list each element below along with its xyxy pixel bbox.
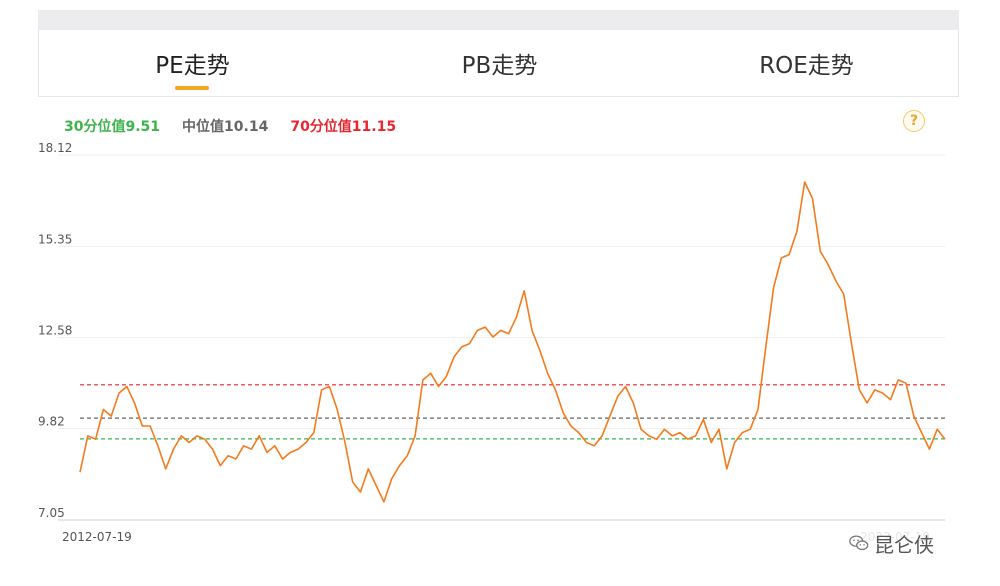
y-tick-label-4: 7.05 bbox=[38, 506, 65, 520]
y-tick-label-1: 15.35 bbox=[38, 232, 72, 246]
reference-lines bbox=[80, 384, 945, 440]
axis-labels: 18.1215.3512.589.827.052012-07-192022-07… bbox=[38, 141, 930, 544]
pe-series-line bbox=[79, 181, 946, 503]
y-tick-label-0: 18.12 bbox=[38, 141, 72, 155]
x-tick-label-start: 2012-07-19 bbox=[62, 530, 132, 544]
watermark: 昆仑侠 bbox=[848, 528, 934, 558]
y-tick-label-3: 9.82 bbox=[38, 415, 65, 429]
watermark-text: 昆仑侠 bbox=[874, 532, 934, 557]
pe-line-chart: 18.1215.3512.589.827.052012-07-192022-07… bbox=[38, 141, 946, 544]
grid-layer bbox=[58, 154, 945, 521]
wechat-icon bbox=[849, 535, 869, 551]
y-tick-label-2: 12.58 bbox=[38, 324, 72, 338]
